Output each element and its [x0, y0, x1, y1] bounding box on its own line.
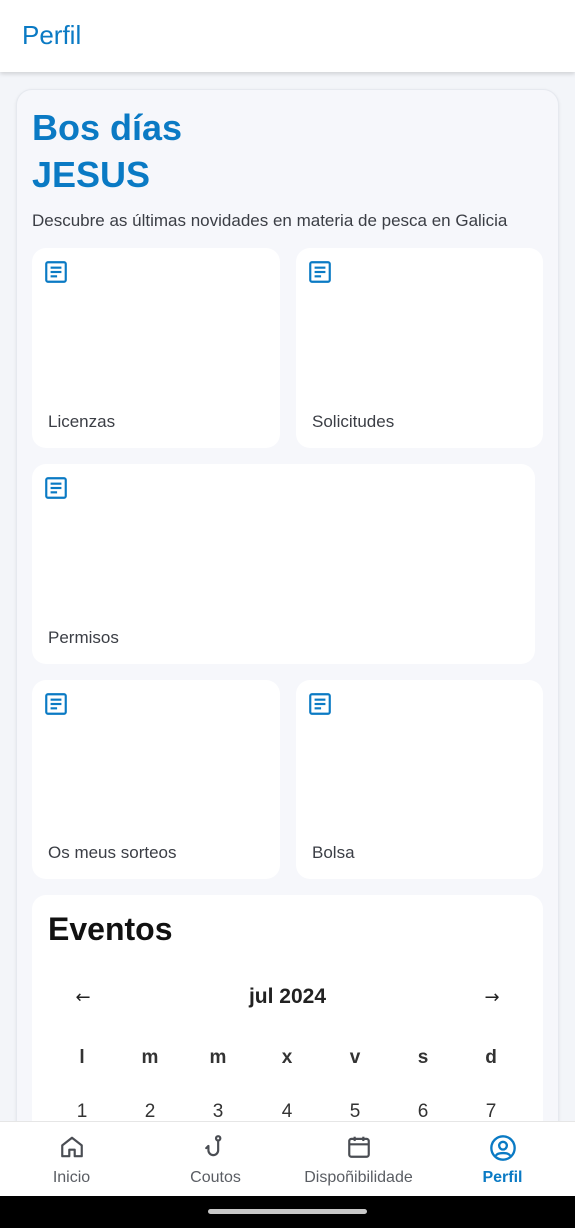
greeting: Bos días JESUS	[32, 104, 182, 198]
nav-item-perfil[interactable]: Perfil	[431, 1122, 574, 1197]
document-icon	[45, 693, 67, 715]
tile-label: Licenzas	[48, 412, 116, 431]
tile-os-meus-sorteos[interactable]: Os meus sorteos	[32, 680, 280, 879]
nav-label: Inicio	[52, 1169, 91, 1186]
calendar-day[interactable]: 3	[198, 1101, 238, 1123]
arrow-right-icon: →	[484, 986, 500, 1008]
bottom-navigation: Inicio Coutos Dispoñibilidade Perfil	[0, 1121, 575, 1196]
user-name: JESUS	[32, 154, 151, 195]
calendar-month: jul 2024	[248, 985, 327, 1008]
account-circle-icon	[489, 1135, 516, 1161]
tile-label: Bolsa	[312, 843, 355, 862]
tile-permisos[interactable]: Permisos	[32, 464, 535, 664]
top-app-bar: Perfil	[0, 0, 575, 72]
app-screen: Perfil Bos días JESUS Descubre as última…	[0, 0, 575, 1228]
document-icon	[45, 477, 67, 499]
calendar-day[interactable]: 5	[335, 1101, 375, 1123]
greeting-text: Bos días	[32, 107, 183, 148]
weekday-label: d	[485, 1047, 497, 1068]
calendar-day[interactable]: 2	[130, 1101, 170, 1123]
subtitle: Descubre as últimas novidades en materia…	[32, 211, 508, 230]
page-title: Perfil	[22, 20, 82, 50]
calendar-day[interactable]: 4	[267, 1101, 307, 1123]
system-navigation-bar	[0, 1196, 575, 1228]
calendar-icon	[347, 1136, 370, 1158]
tile-label: Os meus sorteos	[48, 843, 177, 862]
fishing-hook-icon	[204, 1135, 221, 1157]
tile-bolsa[interactable]: Bolsa	[296, 680, 543, 879]
weekday-label: x	[281, 1047, 293, 1068]
nav-label: Coutos	[190, 1169, 241, 1186]
weekday-label: m	[209, 1047, 227, 1068]
document-icon	[309, 261, 331, 283]
events-title: Eventos	[48, 911, 173, 947]
next-month-button[interactable]: →	[477, 983, 507, 1011]
nav-item-disponibilidade[interactable]: Dispoñibilidade	[287, 1122, 430, 1197]
weekday-label: v	[349, 1047, 361, 1068]
weekday-label: m	[141, 1047, 159, 1068]
nav-item-inicio[interactable]: Inicio	[0, 1122, 143, 1197]
nav-label: Dispoñibilidade	[304, 1169, 413, 1186]
document-icon	[45, 261, 67, 283]
tile-solicitudes[interactable]: Solicitudes	[296, 248, 543, 448]
tile-licenzas[interactable]: Licenzas	[32, 248, 280, 448]
calendar-day[interactable]: 1	[62, 1101, 102, 1123]
document-icon	[309, 693, 331, 715]
weekday-label: s	[417, 1047, 429, 1068]
calendar-day[interactable]: 7	[471, 1101, 511, 1123]
tile-label: Solicitudes	[312, 412, 395, 431]
tile-label: Permisos	[48, 628, 119, 647]
home-gesture-handle[interactable]	[208, 1209, 367, 1214]
home-icon	[60, 1136, 83, 1158]
calendar-day[interactable]: 6	[403, 1101, 443, 1123]
nav-item-coutos[interactable]: Coutos	[144, 1122, 287, 1197]
nav-label: Perfil	[482, 1169, 523, 1186]
events-card: Eventos ← jul 2024 → l m m x v s d 1 2 3…	[32, 895, 543, 1155]
weekday-label: l	[79, 1047, 85, 1068]
